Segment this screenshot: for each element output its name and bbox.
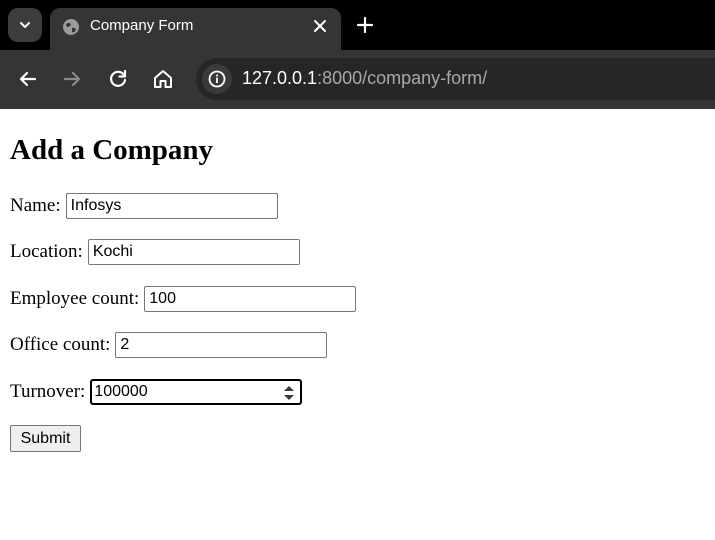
address-bar[interactable]: 127.0.0.1:8000/company-form/ xyxy=(196,58,715,100)
page-content: Add a Company Name: Location: Employee c… xyxy=(0,109,715,540)
url-text: 127.0.0.1:8000/company-form/ xyxy=(242,68,487,89)
turnover-field-row: Turnover: xyxy=(10,379,303,405)
home-icon[interactable] xyxy=(151,67,175,91)
number-spinner-icon[interactable] xyxy=(283,384,295,402)
location-field-row: Location: xyxy=(10,239,300,265)
globe-icon xyxy=(63,19,79,35)
site-info-button[interactable] xyxy=(202,64,232,94)
submit-button[interactable]: Submit xyxy=(10,425,81,452)
url-path: :8000/company-form/ xyxy=(317,68,488,88)
close-icon[interactable] xyxy=(312,18,328,34)
browser-toolbar: 127.0.0.1:8000/company-form/ xyxy=(0,50,715,109)
name-input[interactable] xyxy=(65,193,278,219)
location-input[interactable] xyxy=(87,239,300,265)
employee-count-label: Employee count: xyxy=(10,288,140,309)
browser-tab[interactable]: Company Form xyxy=(50,8,341,50)
location-label: Location: xyxy=(10,241,83,262)
chevron-down-icon xyxy=(20,22,30,28)
forward-arrow-icon[interactable] xyxy=(60,67,84,91)
employee-count-input[interactable] xyxy=(144,286,357,312)
tab-strip: Company Form xyxy=(0,0,715,50)
office-count-field-row: Office count: xyxy=(10,332,328,358)
tab-title: Company Form xyxy=(90,17,194,34)
url-host: 127.0.0.1 xyxy=(242,68,318,88)
name-field-row: Name: xyxy=(10,193,278,219)
reload-icon[interactable] xyxy=(106,67,130,91)
info-icon xyxy=(208,70,226,88)
back-arrow-icon[interactable] xyxy=(16,67,40,91)
office-count-input[interactable] xyxy=(115,332,328,358)
new-tab-plus-icon[interactable] xyxy=(355,15,375,35)
turnover-number-input[interactable] xyxy=(90,379,303,405)
office-count-label: Office count: xyxy=(10,334,111,355)
employee-count-field-row: Employee count: xyxy=(10,286,357,312)
name-label: Name: xyxy=(10,195,61,216)
page-title: Add a Company xyxy=(10,134,214,166)
tab-search-button[interactable] xyxy=(8,8,42,42)
turnover-input[interactable] xyxy=(94,381,275,403)
turnover-label: Turnover: xyxy=(10,381,86,402)
